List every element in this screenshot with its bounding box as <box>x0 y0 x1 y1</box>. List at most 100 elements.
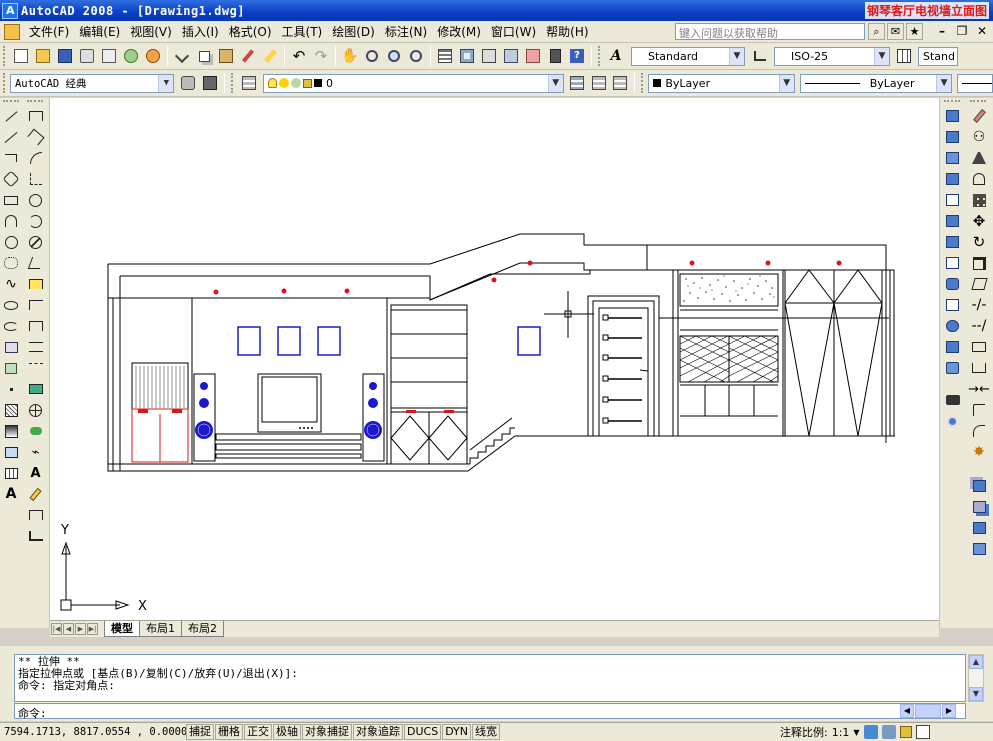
polygon-icon[interactable] <box>1 169 21 189</box>
layer-properties-icon[interactable] <box>239 73 259 93</box>
toolbar-grip[interactable] <box>3 46 7 66</box>
hatch-icon[interactable] <box>1 400 21 420</box>
dim-style-select[interactable]: ISO-25 ▼ <box>774 46 890 66</box>
view-manager-icon[interactable] <box>943 411 963 431</box>
toolbar-grip[interactable] <box>231 73 235 93</box>
design-center-icon[interactable] <box>457 46 477 66</box>
search-icon[interactable]: ⌕ <box>868 23 885 40</box>
last-tab-icon[interactable]: ▶| <box>87 623 98 635</box>
menu-file[interactable]: 文件(F) <box>24 23 74 40</box>
restore-icon[interactable]: ❐ <box>953 23 971 40</box>
radius-dimension-icon[interactable] <box>26 190 46 210</box>
circle-icon[interactable] <box>1 232 21 252</box>
linear-dimension-icon[interactable] <box>26 106 46 126</box>
coordinate-readout[interactable]: 7594.1713, 8817.0554 , 0.0000 <box>0 726 187 738</box>
extrude-icon[interactable] <box>943 274 963 294</box>
region-icon[interactable] <box>1 442 21 462</box>
sphere-icon[interactable] <box>943 190 963 210</box>
zoom-window-icon[interactable] <box>384 46 404 66</box>
revision-cloud-icon[interactable] <box>1 253 21 273</box>
grid-toggle[interactable]: 栅格 <box>215 724 243 740</box>
table-style-icon[interactable] <box>894 46 914 66</box>
chevron-down-icon[interactable]: ▼ <box>874 47 889 65</box>
jogged-linear-icon[interactable]: ⌁ <box>26 442 46 462</box>
trim-icon[interactable]: -/- <box>969 295 989 315</box>
erase-icon[interactable] <box>969 106 989 126</box>
box-icon[interactable] <box>943 127 963 147</box>
scroll-down-icon[interactable]: ▼ <box>969 687 983 701</box>
toolbar-grip[interactable] <box>3 73 7 93</box>
viewport-sun-icon[interactable] <box>290 78 301 88</box>
gradient-icon[interactable] <box>1 421 21 441</box>
continue-dimension-icon[interactable] <box>26 316 46 336</box>
otrack-toggle[interactable]: 对象追踪 <box>353 724 403 740</box>
mirror-icon[interactable] <box>969 148 989 168</box>
redo-icon[interactable]: ↷ <box>311 46 331 66</box>
camera-icon[interactable] <box>943 390 963 410</box>
menu-dimension[interactable]: 标注(N) <box>380 23 432 40</box>
dim-style-icon[interactable] <box>750 46 770 66</box>
point-icon[interactable] <box>1 379 21 399</box>
workspace-select[interactable]: AutoCAD 经典 ▼ <box>9 73 175 93</box>
menu-format[interactable]: 格式(O) <box>224 23 277 40</box>
center-mark-icon[interactable] <box>26 400 46 420</box>
save-workspace-icon[interactable] <box>200 73 220 93</box>
publish-icon[interactable] <box>121 46 141 66</box>
markup-icon[interactable] <box>523 46 543 66</box>
zoom-realtime-icon[interactable] <box>362 46 382 66</box>
favorites-star-icon[interactable]: ★ <box>906 23 923 40</box>
next-tab-icon[interactable]: ▶ <box>75 623 86 635</box>
scroll-right-icon[interactable]: ▶ <box>942 704 956 718</box>
document-icon[interactable] <box>4 23 20 40</box>
help-search-input[interactable]: 键入问题以获取帮助 <box>675 23 865 40</box>
ordinate-dimension-icon[interactable] <box>26 169 46 189</box>
menu-insert[interactable]: 插入(I) <box>177 23 224 40</box>
menu-edit[interactable]: 编辑(E) <box>74 23 125 40</box>
jogged-dimension-icon[interactable] <box>26 211 46 231</box>
break-icon[interactable] <box>969 358 989 378</box>
menu-window[interactable]: 窗口(W) <box>486 23 541 40</box>
tab-model[interactable]: 模型 <box>104 621 140 637</box>
3d-dwf-icon[interactable] <box>143 46 163 66</box>
lineweight-toggle[interactable]: 线宽 <box>472 724 501 740</box>
fillet-icon[interactable] <box>969 421 989 441</box>
scroll-thumb[interactable] <box>915 704 941 718</box>
menu-view[interactable]: 视图(V) <box>125 23 177 40</box>
menu-help[interactable]: 帮助(H) <box>541 23 593 40</box>
extend-icon[interactable]: --/ <box>969 316 989 336</box>
color-select[interactable]: ByLayer ▼ <box>648 73 795 93</box>
quick-dimension-icon[interactable] <box>26 274 46 294</box>
toolbar-grip[interactable] <box>641 73 645 93</box>
toolbar-grip[interactable] <box>27 100 43 104</box>
annotation-scale-value[interactable]: 1:1 <box>832 726 850 739</box>
angular-dimension-icon[interactable] <box>26 253 46 273</box>
polysolid-icon[interactable] <box>943 106 963 126</box>
table-style-select[interactable]: Stand <box>918 46 958 66</box>
text-style-select[interactable]: Standard ▼ <box>631 46 745 66</box>
autocad-app-icon[interactable] <box>2 2 18 19</box>
dimension-text-edit-icon[interactable] <box>26 484 46 504</box>
lock-icon[interactable] <box>302 78 312 88</box>
osnap-toggle[interactable]: 对象捕捉 <box>302 724 352 740</box>
tolerance-icon[interactable] <box>26 379 46 399</box>
arc-length-icon[interactable] <box>26 148 46 168</box>
chevron-down-icon[interactable]: ▼ <box>547 74 563 92</box>
text-style-icon[interactable]: A <box>606 46 626 66</box>
minimize-icon[interactable]: – <box>933 23 951 40</box>
match-properties-icon[interactable] <box>238 46 258 66</box>
cone-icon[interactable] <box>943 169 963 189</box>
open-icon[interactable] <box>33 46 53 66</box>
toolbar-grip[interactable] <box>3 100 19 104</box>
loft-icon[interactable] <box>943 358 963 378</box>
toolbar-grip[interactable] <box>970 100 986 104</box>
paste-icon[interactable] <box>216 46 236 66</box>
clean-screen-icon[interactable] <box>915 725 930 739</box>
diameter-dimension-icon[interactable] <box>26 232 46 252</box>
command-scrollbar[interactable]: ▲ ▼ <box>968 654 984 702</box>
pyramid-icon[interactable] <box>943 253 963 273</box>
toolbar-grip[interactable] <box>598 46 602 66</box>
calculator-icon[interactable] <box>545 46 565 66</box>
wedge-icon[interactable] <box>943 148 963 168</box>
scale-icon[interactable] <box>969 253 989 273</box>
toolbar-grip[interactable] <box>944 100 960 104</box>
